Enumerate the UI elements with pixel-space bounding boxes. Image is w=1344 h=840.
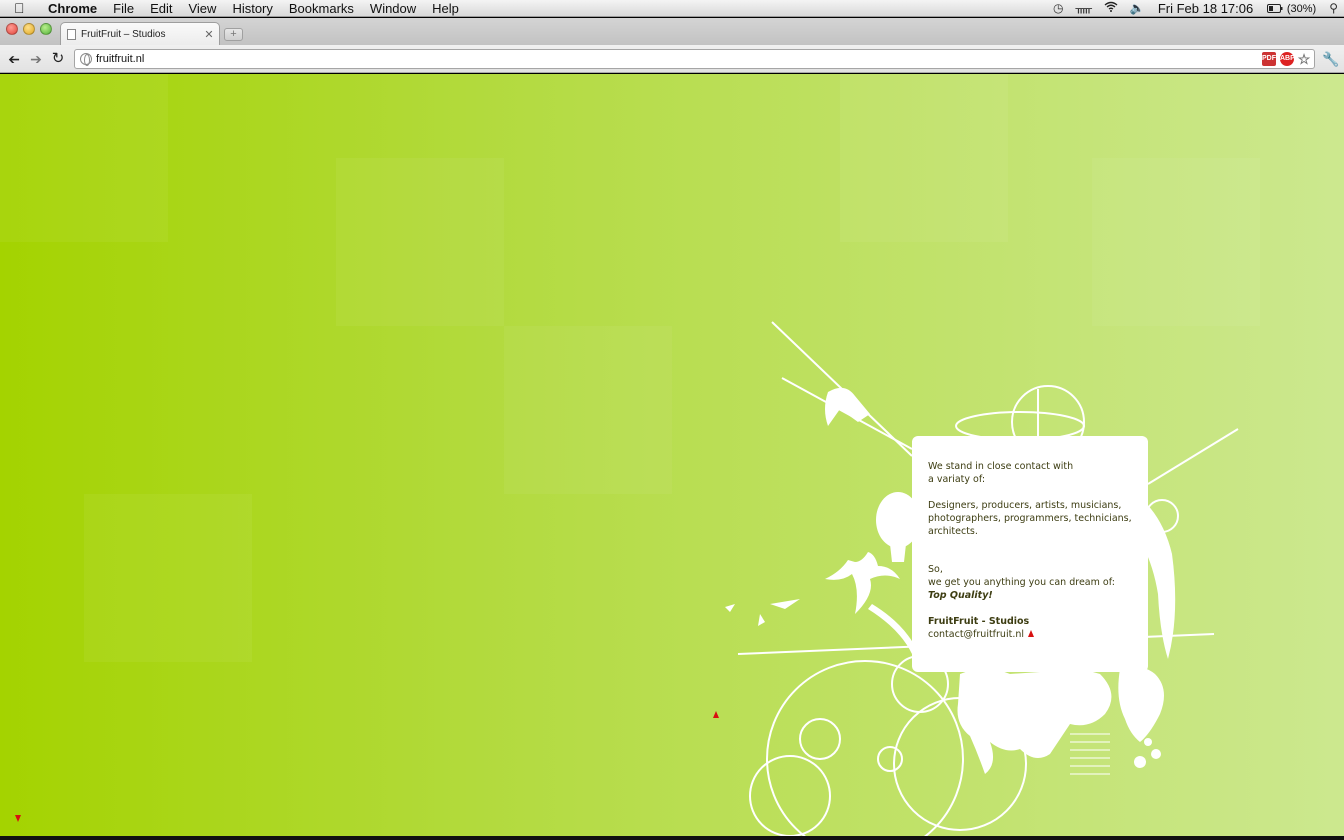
menu-app-chrome[interactable]: Chrome [44, 0, 105, 17]
tab-strip: FruitFruit – Studios ✕ + [0, 18, 1344, 45]
promise-line: we get you anything you can dream of: [928, 577, 1115, 588]
zoom-window-button[interactable] [40, 23, 52, 35]
menu-help[interactable]: Help [424, 0, 467, 17]
menu-edit[interactable]: Edit [142, 0, 180, 17]
red-up-arrow-icon[interactable] [713, 711, 719, 718]
tab-close-icon[interactable]: ✕ [202, 28, 216, 41]
close-window-button[interactable] [6, 23, 18, 35]
wifi-icon[interactable] [1098, 0, 1124, 17]
battery-percent: (30%) [1286, 3, 1317, 15]
apple-menu-icon[interactable]:  [14, 0, 32, 17]
menu-file[interactable]: File [105, 0, 142, 17]
mac-menubar:  Chrome File Edit View History Bookmark… [0, 0, 1344, 17]
menu-history[interactable]: History [224, 0, 280, 17]
globe-icon [80, 53, 92, 66]
adblock-extension-icon[interactable]: ABP [1280, 52, 1295, 66]
menu-bookmarks[interactable]: Bookmarks [281, 0, 362, 17]
wrench-menu-icon[interactable]: 🔧 [1322, 51, 1339, 68]
list-line-3: architects. [928, 526, 978, 537]
forward-arrow-icon[interactable]: ➔ [28, 51, 44, 67]
tab-title: FruitFruit – Studios [81, 28, 166, 40]
back-arrow-icon[interactable]: ➔ [6, 51, 22, 67]
spotlight-search-icon[interactable]: ⚲ [1323, 0, 1344, 17]
tab-fruitfruit[interactable]: FruitFruit – Studios ✕ [60, 22, 220, 45]
address-bar[interactable]: fruitfruit.nl [74, 49, 1315, 69]
webpage-content: We stand in close contact with a variaty… [0, 74, 1344, 836]
url-text[interactable]: fruitfruit.nl [96, 53, 1314, 65]
reload-icon[interactable]: ↻ [50, 51, 66, 67]
minimize-window-button[interactable] [23, 23, 35, 35]
intro-line-2: a variaty of: [928, 474, 986, 485]
battery-indicator[interactable]: (30%) [1260, 0, 1323, 18]
window-controls [6, 23, 52, 35]
screen-bottom-edge [0, 836, 1344, 840]
menu-view[interactable]: View [180, 0, 224, 17]
so-line: So, [928, 564, 943, 575]
scroll-up-arrow-icon[interactable] [1028, 630, 1035, 637]
time-machine-icon[interactable]: ◷ [1047, 0, 1069, 17]
bookmark-star-icon[interactable]: ☆ [1297, 52, 1311, 66]
red-down-arrow-icon[interactable] [15, 815, 21, 822]
list-line-2: photographers, programmers, technicians, [928, 513, 1132, 524]
menubar-status-area: ◷ ᚅ 🔈 Fri Feb 18 17:06 (30%) ⚲ [1047, 0, 1344, 17]
email-link[interactable]: contact@fruitfruit.nl [928, 629, 1024, 640]
list-line-1: Designers, producers, artists, musicians… [928, 500, 1122, 511]
volume-icon[interactable]: 🔈 [1124, 0, 1151, 17]
menu-window[interactable]: Window [362, 0, 424, 17]
email-row: contact@fruitfruit.nl [928, 628, 1132, 641]
page-icon [67, 28, 76, 40]
bluetooth-icon[interactable]: ᚅ [1069, 0, 1097, 17]
battery-icon [1267, 4, 1283, 13]
menubar-clock[interactable]: Fri Feb 18 17:06 [1151, 0, 1260, 17]
intro-line-1: We stand in close contact with [928, 461, 1074, 472]
pdf-extension-icon[interactable]: PDF [1262, 52, 1276, 66]
studio-name: FruitFruit - Studios [928, 616, 1030, 627]
new-tab-button[interactable]: + [224, 28, 243, 41]
browser-toolbar: ➔ ➔ ↻ fruitfruit.nl [0, 45, 1344, 73]
contact-card: We stand in close contact with a variaty… [912, 436, 1148, 672]
top-quality-text: Top Quality! [928, 590, 993, 601]
